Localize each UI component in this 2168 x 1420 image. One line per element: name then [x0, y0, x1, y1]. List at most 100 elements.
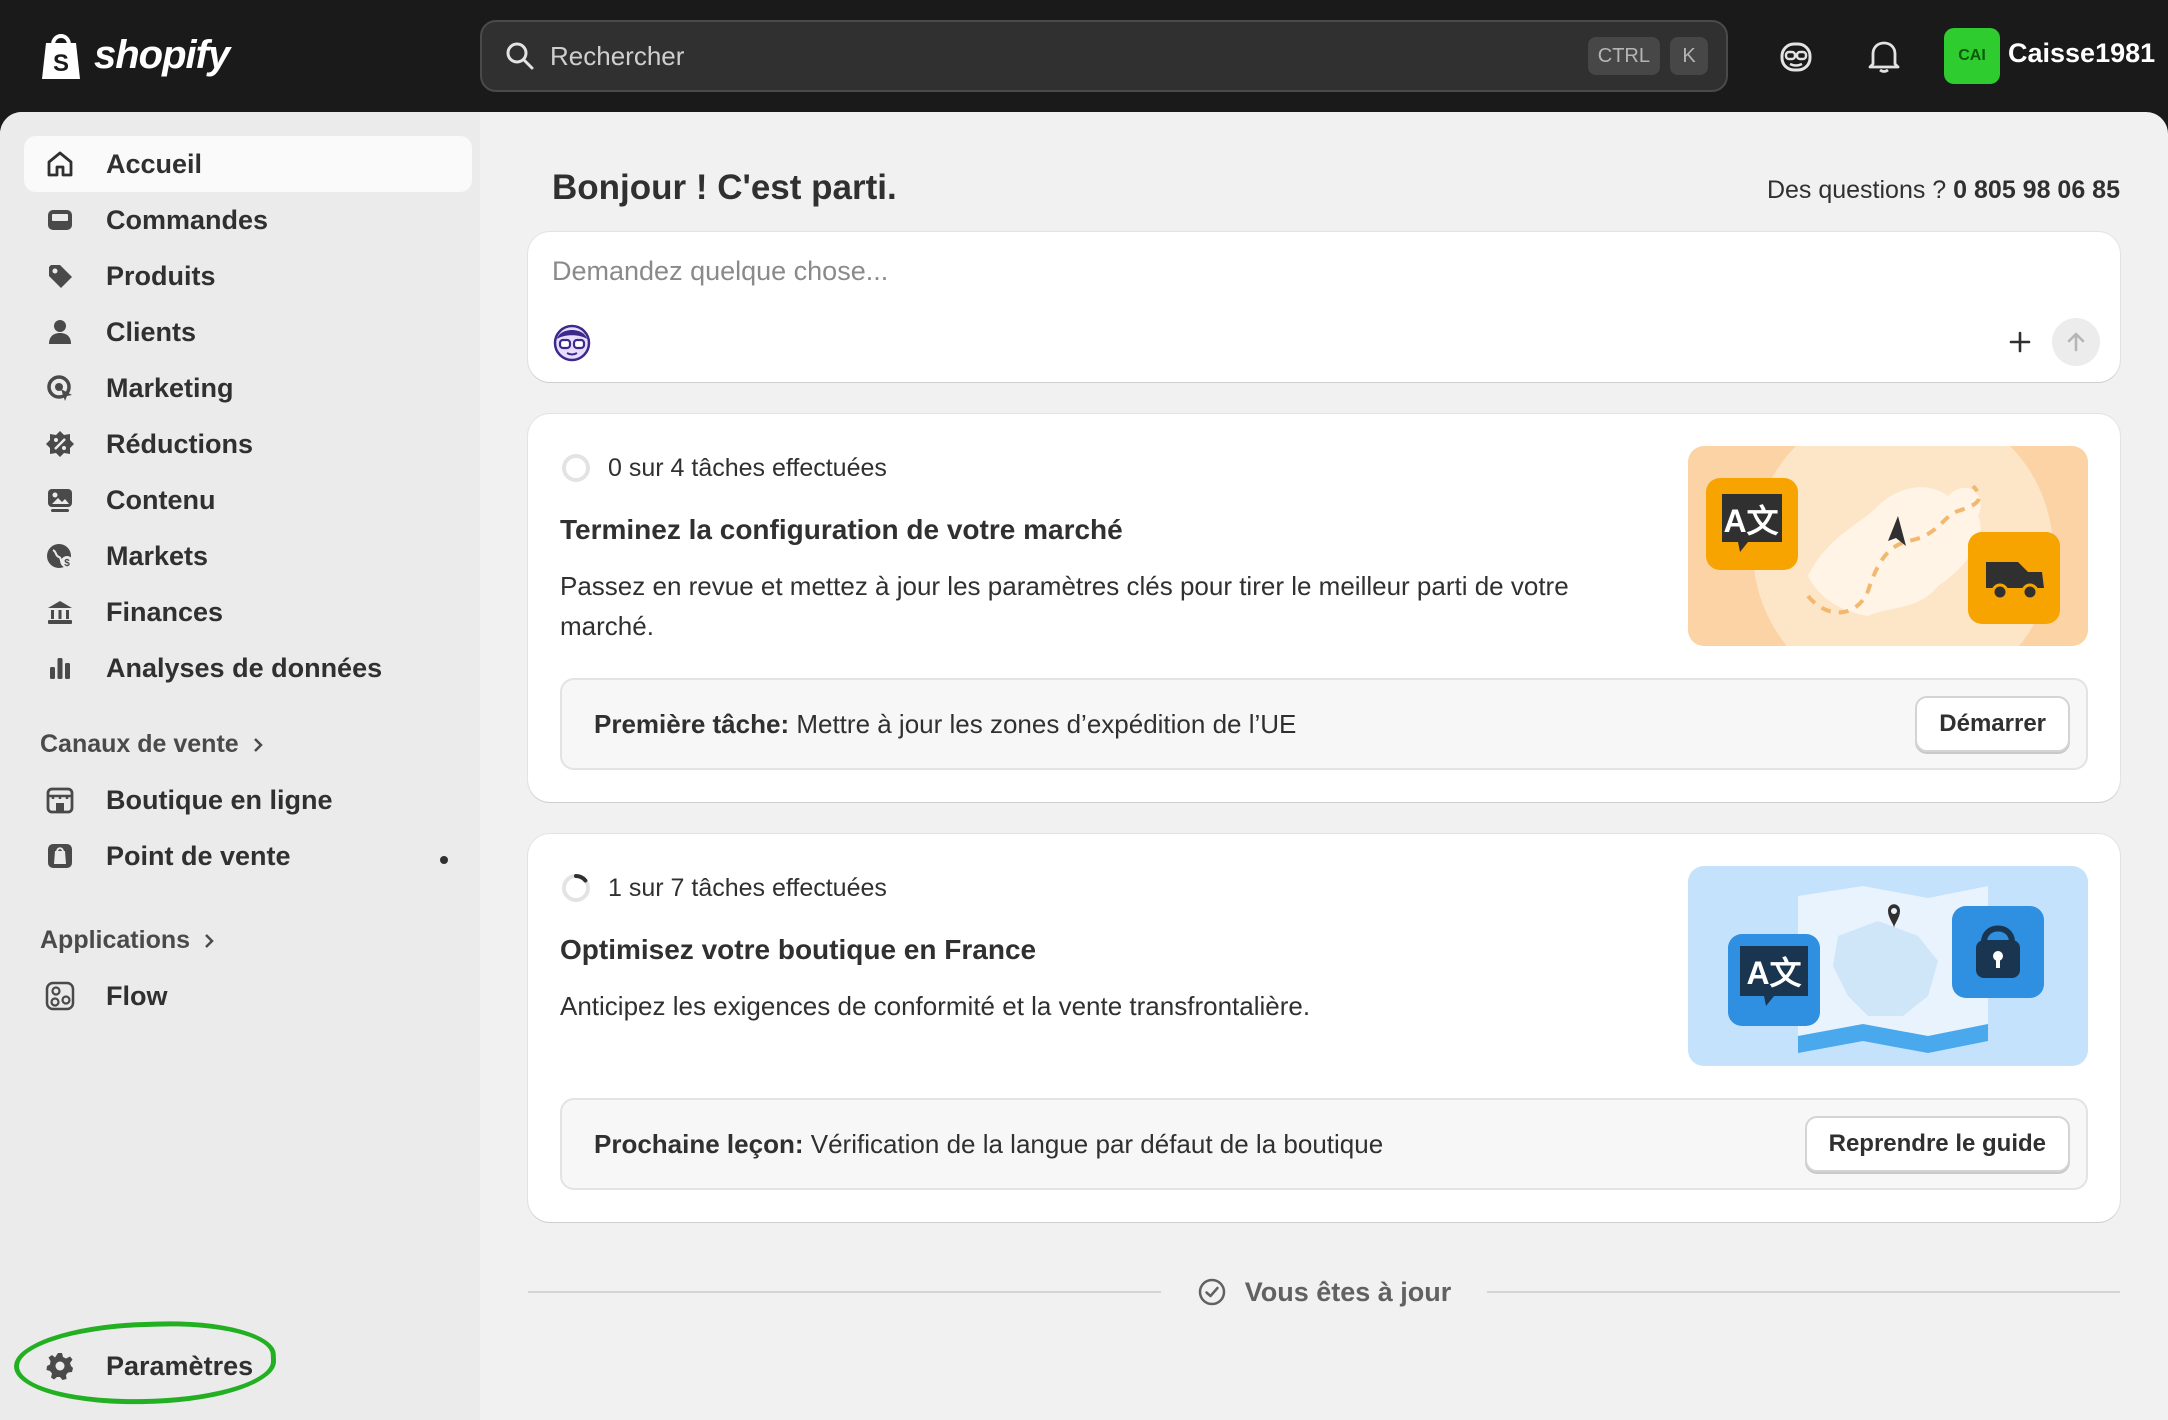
notifications-button[interactable] [1862, 34, 1906, 78]
next-task-text: Première tâche: Mettre à jour les zones … [594, 709, 1915, 740]
store-icon [44, 784, 76, 816]
svg-text:A文: A文 [1723, 503, 1778, 539]
sales-channels-heading[interactable]: Canaux de vente [40, 730, 265, 759]
sidebar-item-analyses[interactable]: Analyses de données [24, 640, 472, 696]
search-icon [506, 42, 534, 70]
shopify-logo[interactable]: S shopify [38, 26, 230, 84]
next-task-row: Première tâche: Mettre à jour les zones … [560, 678, 2088, 770]
start-button[interactable]: Démarrer [1915, 696, 2070, 752]
sidebar-item-point-de-vente[interactable]: Point de vente [24, 828, 472, 884]
bell-icon [1868, 41, 1900, 73]
task-progress: 1 sur 7 tâches effectuées [560, 872, 887, 904]
sidebar-item-commandes[interactable]: Commandes [24, 192, 472, 248]
person-icon [44, 316, 76, 348]
arrow-up-icon [2067, 332, 2085, 352]
sidebar-item-label: Contenu [106, 484, 216, 515]
sidebar-item-reductions[interactable]: Réductions [24, 416, 472, 472]
setup-guide-card-market: 0 sur 4 tâches effectuées Terminez la co… [528, 414, 2120, 802]
sidebar-item-clients[interactable]: Clients [24, 304, 472, 360]
help-prefix: Des questions ? [1766, 176, 1947, 204]
next-lesson-prefix: Prochaine leçon: [594, 1128, 804, 1159]
divider-line [528, 1291, 1161, 1293]
search-input[interactable] [550, 40, 1578, 72]
up-to-date-message: Vous êtes à jour [1161, 1277, 1488, 1308]
card-description: Passez en revue et mettez à jour les par… [560, 571, 1569, 641]
sidebar-item-label: Finances [106, 596, 224, 627]
setup-guide-card-france: 1 sur 7 tâches effectuées Optimisez votr… [528, 834, 2120, 1222]
avatar[interactable]: CAI [1944, 28, 2000, 84]
progress-ring-icon [562, 874, 590, 902]
globe-icon: $ [44, 540, 76, 572]
sidebar-item-produits[interactable]: Produits [24, 248, 472, 304]
add-attachment-button[interactable] [2000, 322, 2040, 362]
next-task-label: Mettre à jour les zones d’expédition de … [796, 708, 1297, 739]
sidebar-item-accueil[interactable]: Accueil [24, 136, 472, 192]
store-name[interactable]: Caisse1981 [2008, 38, 2155, 69]
shortcut-key-ctrl: CTRL [1587, 37, 1660, 75]
inbox-icon [44, 204, 76, 236]
search-bar[interactable]: CTRL K [480, 20, 1728, 92]
sidebar-item-boutique-en-ligne[interactable]: Boutique en ligne [24, 772, 472, 828]
plus-icon [2009, 331, 2031, 353]
shopping-bag-icon: S [42, 34, 80, 79]
next-lesson-row: Prochaine leçon: Vérification de la lang… [560, 1098, 2088, 1190]
sidebar-item-label: Marketing [106, 372, 234, 403]
card-description: Anticipez les exigences de conformité et… [560, 991, 1311, 1021]
admin-frame: Accueil Commandes Produits Clients Marke… [0, 112, 2168, 1420]
chevron-right-icon [253, 737, 263, 752]
send-button[interactable] [2052, 318, 2100, 366]
sidekick-icon [1780, 42, 1812, 72]
sidebar-item-label: Produits [106, 260, 216, 291]
progress-ring-icon [562, 454, 590, 482]
sidekick-prompt-card [528, 232, 2120, 382]
settings-annotation-circle [12, 1317, 278, 1409]
up-to-date-text: Vous êtes à jour [1244, 1276, 1452, 1307]
task-progress-text: 0 sur 4 tâches effectuées [608, 453, 887, 482]
chevron-right-icon [205, 933, 214, 948]
sidebar-item-contenu[interactable]: Contenu [24, 472, 472, 528]
sidebar-item-label: Boutique en ligne [106, 784, 333, 815]
sidebar-item-finances[interactable]: Finances [24, 584, 472, 640]
shortcut-key-k: K [1670, 37, 1708, 75]
sidebar-item-markets[interactable]: $ Markets [24, 528, 472, 584]
next-lesson-label: Vérification de la langue par défaut de … [810, 1128, 1384, 1159]
next-lesson-text: Prochaine leçon: Vérification de la lang… [594, 1129, 1805, 1160]
help-line: Des questions ? 0 805 98 06 85 [1767, 176, 2120, 205]
sales-channels-label: Canaux de vente [40, 730, 239, 758]
sidebar-item-label: Markets [106, 540, 209, 571]
sidebar-item-label: Point de vente [106, 840, 291, 871]
sidekick-button[interactable] [1774, 34, 1818, 78]
sidebar-item-marketing[interactable]: Marketing [24, 360, 472, 416]
applications-label: Applications [40, 926, 191, 954]
pinned-indicator [440, 856, 448, 864]
sidebar-item-label: Flow [106, 980, 168, 1011]
image-icon [44, 484, 76, 516]
flow-icon [44, 980, 76, 1012]
svg-text:A文: A文 [1746, 955, 1801, 991]
check-circle-icon [1198, 1278, 1225, 1306]
card-title: Terminez la configuration de votre march… [560, 514, 1123, 545]
resume-guide-button[interactable]: Reprendre le guide [1804, 1116, 2070, 1172]
svg-text:$: $ [64, 558, 70, 569]
sidebar-item-flow[interactable]: Flow [24, 968, 472, 1024]
target-icon [44, 372, 76, 404]
sidekick-prompt-input[interactable] [552, 256, 1752, 287]
applications-heading[interactable]: Applications [40, 926, 216, 955]
svg-text:S: S [53, 50, 69, 77]
sidebar-item-label: Accueil [106, 148, 203, 179]
task-progress: 0 sur 4 tâches effectuées [560, 452, 887, 484]
tag-icon [44, 260, 76, 292]
bank-icon [44, 596, 76, 628]
page-title: Bonjour ! C'est parti. [552, 168, 897, 207]
sidebar-item-label: Analyses de données [106, 652, 383, 683]
sidebar-item-label: Réductions [106, 428, 254, 459]
sidebar: Accueil Commandes Produits Clients Marke… [0, 112, 480, 1420]
help-phone-link[interactable]: 0 805 98 06 85 [1953, 176, 2120, 204]
divider-line [1487, 1291, 2120, 1293]
sidebar-item-label: Commandes [106, 204, 269, 235]
card-title: Optimisez votre boutique en France [560, 934, 1037, 965]
discount-icon [44, 428, 76, 460]
sidebar-item-label: Clients [106, 316, 197, 347]
top-bar: S shopify CTRL K CAI Caisse1981 [0, 0, 2168, 112]
sidekick-avatar-icon [553, 324, 591, 362]
